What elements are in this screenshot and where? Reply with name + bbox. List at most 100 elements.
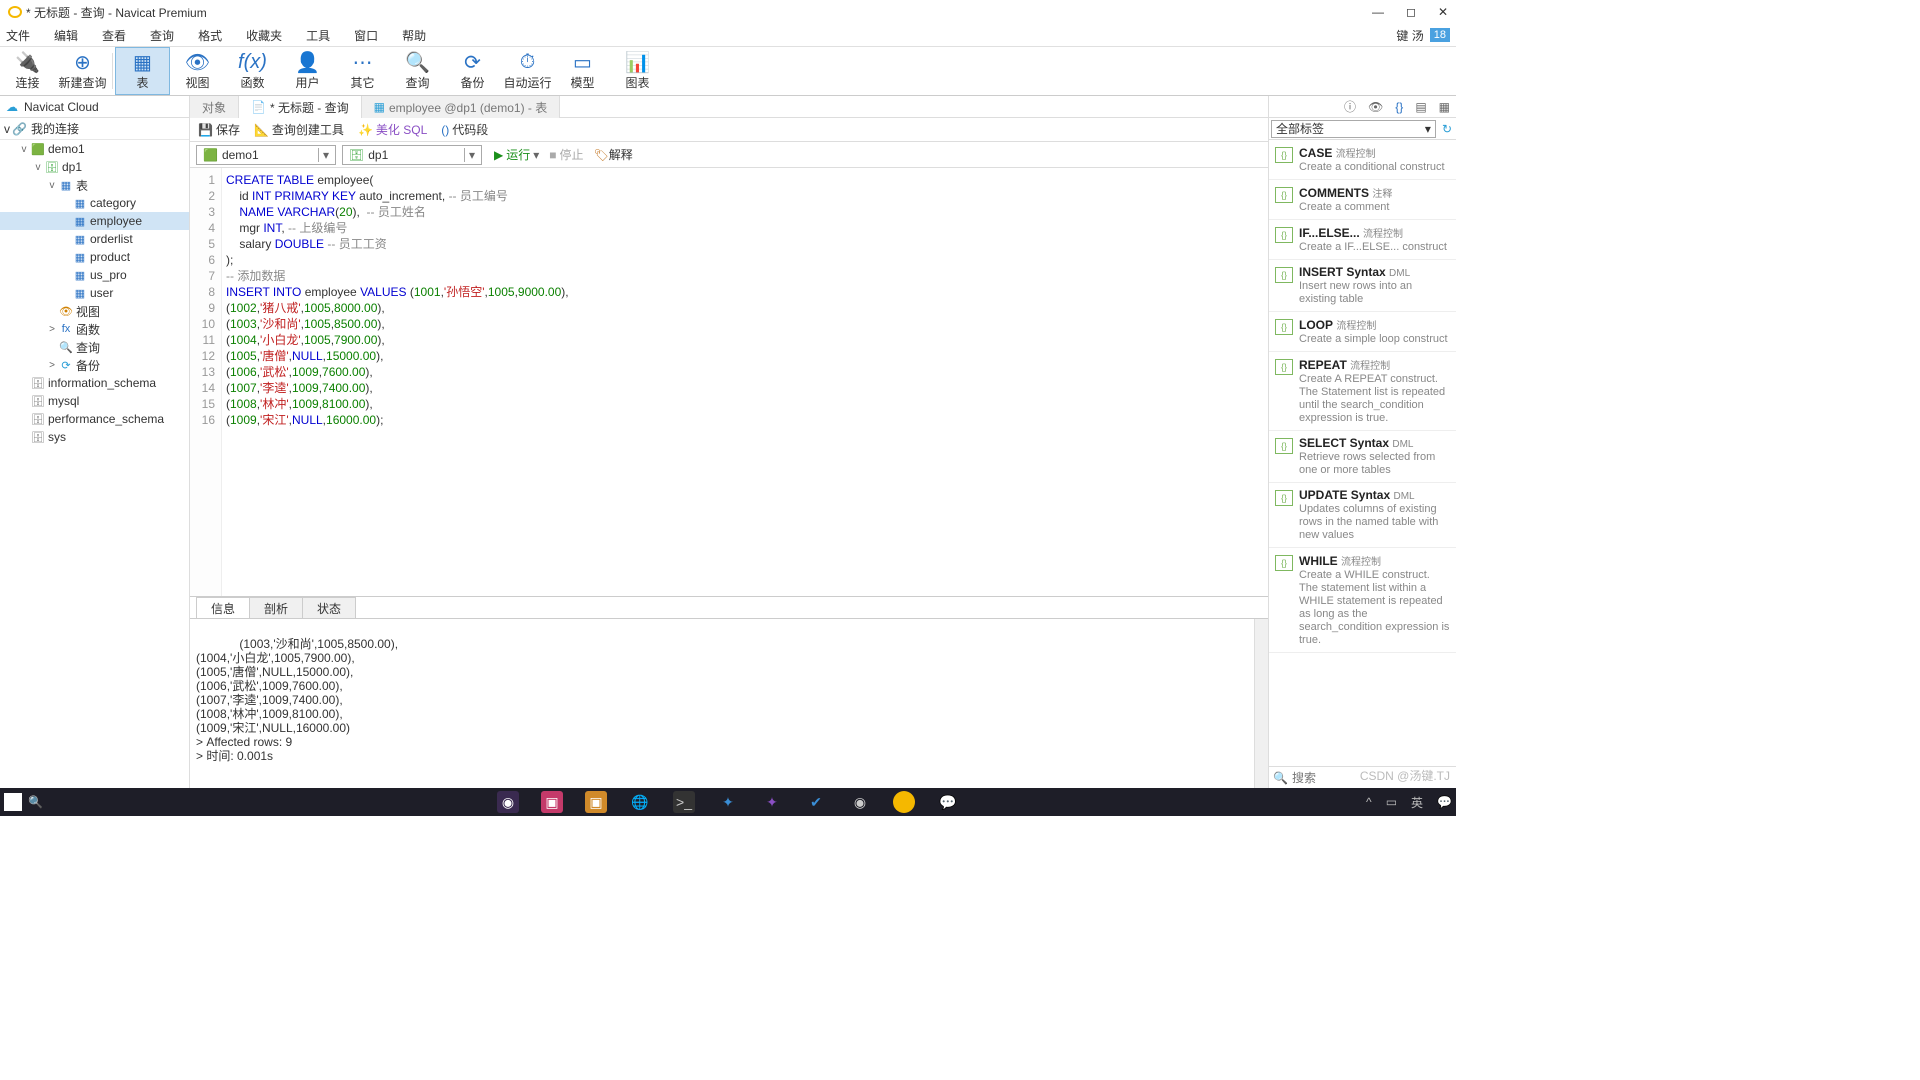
snippet-button[interactable]: ()代码段 (441, 121, 488, 138)
snippet-COMMENTS[interactable]: {}COMMENTS 注释Create a comment (1269, 180, 1456, 220)
tree-item-查询[interactable]: 🔍查询 (0, 338, 189, 356)
toolbar-查询[interactable]: 🔍查询 (390, 47, 445, 95)
tree-item-user[interactable]: ▦user (0, 284, 189, 302)
sql-editor[interactable]: 12345678910111213141516 CREATE TABLE emp… (190, 168, 1268, 596)
tab-对象[interactable]: 对象 (190, 96, 239, 118)
tag-filter-combo[interactable]: 全部标签 ▾ (1271, 120, 1436, 138)
output-panel[interactable]: (1003,'沙和尚',1005,8500.00), (1004,'小白龙',1… (190, 618, 1268, 788)
multitask-icon[interactable]: ▭ (1386, 795, 1397, 809)
tree-item-performance_schema[interactable]: 🗄performance_schema (0, 410, 189, 428)
menu-窗口[interactable]: 窗口 (354, 27, 378, 44)
tree-item-备份[interactable]: >⟳备份 (0, 356, 189, 374)
tree-item-information_schema[interactable]: 🗄information_schema (0, 374, 189, 392)
explain-button[interactable]: 🏷解释 (594, 146, 633, 163)
code-area[interactable]: CREATE TABLE employee( id INT PRIMARY KE… (222, 168, 1268, 596)
wechat-icon[interactable]: 💬 (937, 791, 959, 813)
menu-编辑[interactable]: 编辑 (54, 27, 78, 44)
toolbar-视图[interactable]: 👁视图 (170, 47, 225, 95)
tree-item-us_pro[interactable]: ▦us_pro (0, 266, 189, 284)
run-button[interactable]: ▶ 运行 ▾ (494, 146, 539, 163)
terminal-icon[interactable]: >_ (673, 791, 695, 813)
beautify-sql-button[interactable]: ✨美化 SQL (358, 121, 427, 138)
navicat-icon[interactable] (893, 791, 915, 813)
taskbar-search[interactable]: 🔍 (28, 795, 348, 809)
refresh-icon[interactable]: ↻ (1438, 122, 1456, 136)
toolbar-自动运行[interactable]: ⏱自动运行 (500, 47, 555, 95)
outtab-剖析[interactable]: 剖析 (249, 597, 303, 619)
menu-工具[interactable]: 工具 (306, 27, 330, 44)
scrollbar[interactable] (1254, 619, 1268, 788)
system-tray[interactable]: ^ ▭ 英 💬 (1366, 794, 1452, 811)
windows-taskbar[interactable]: 🔍 ◉ ▣ ▣ 🌐 >_ ✦ ✦ ✔ ◉ 💬 ^ ▭ 英 💬 (0, 788, 1456, 816)
tree-item-demo1[interactable]: v🟩demo1 (0, 140, 189, 158)
snippet-LOOP[interactable]: {}LOOP 流程控制Create a simple loop construc… (1269, 312, 1456, 352)
query-builder-button[interactable]: 📐查询创建工具 (254, 121, 344, 138)
toolbar-模型[interactable]: ▭模型 (555, 47, 610, 95)
vscode-icon[interactable]: ✦ (717, 791, 739, 813)
ime-indicator[interactable]: 英 (1411, 794, 1423, 811)
eye-icon[interactable]: 👁 (1368, 100, 1383, 114)
toolbar-其它[interactable]: ⋯其它 (335, 47, 390, 95)
outtab-信息[interactable]: 信息 (196, 597, 250, 619)
eclipse-icon[interactable]: ◉ (497, 791, 519, 813)
tree-item-dp1[interactable]: v🗄dp1 (0, 158, 189, 176)
user-label[interactable]: 键 汤 (1396, 27, 1423, 44)
list-icon[interactable]: ▤ (1415, 100, 1426, 114)
tray-expand-icon[interactable]: ^ (1366, 795, 1372, 809)
tree-item-category[interactable]: ▦category (0, 194, 189, 212)
menu-格式[interactable]: 格式 (198, 27, 222, 44)
maximize-button[interactable]: ◻ (1406, 5, 1416, 19)
notif-icon[interactable]: 💬 (1437, 795, 1452, 809)
stop-button[interactable]: ■ 停止 (549, 146, 583, 163)
nav-header[interactable]: v 🔗 我的连接 (0, 118, 189, 140)
todo-icon[interactable]: ✔ (805, 791, 827, 813)
tree-item-表[interactable]: v▦表 (0, 176, 189, 194)
tree-item-sys[interactable]: 🗄sys (0, 428, 189, 446)
toolbar-备份[interactable]: ⟳备份 (445, 47, 500, 95)
minimize-button[interactable]: — (1372, 5, 1384, 19)
toolbar-图表[interactable]: 📊图表 (610, 47, 665, 95)
snippet-INSERT Syntax[interactable]: {}INSERT Syntax DMLInsert new rows into … (1269, 260, 1456, 312)
grid-icon[interactable]: ▦ (1439, 100, 1450, 114)
connection-combo[interactable]: 🟩 demo1 ▾ (196, 145, 336, 165)
menu-帮助[interactable]: 帮助 (402, 27, 426, 44)
toolbar-用户[interactable]: 👤用户 (280, 47, 335, 95)
menu-查看[interactable]: 查看 (102, 27, 126, 44)
tree-item-product[interactable]: ▦product (0, 248, 189, 266)
toolbar-函数[interactable]: f(x)函数 (225, 47, 280, 95)
start-button[interactable] (4, 793, 22, 811)
tree-item-视图[interactable]: 👁视图 (0, 302, 189, 320)
snippet-REPEAT[interactable]: {}REPEAT 流程控制Create A REPEAT construct. … (1269, 352, 1456, 431)
toolbar-新建查询[interactable]: ⊕新建查询 (55, 47, 110, 95)
outtab-状态[interactable]: 状态 (302, 597, 356, 619)
app-icon[interactable]: ▣ (585, 791, 607, 813)
connection-tree[interactable]: v🟩demo1v🗄dp1v▦表▦category▦employee▦orderl… (0, 140, 189, 788)
tab-* 无标题 - 查询[interactable]: 📄* 无标题 - 查询 (239, 96, 362, 118)
save-button[interactable]: 💾保存 (198, 121, 240, 138)
database-combo[interactable]: 🗄 dp1 ▾ (342, 145, 482, 165)
snippet-UPDATE Syntax[interactable]: {}UPDATE Syntax DMLUpdates columns of ex… (1269, 483, 1456, 548)
close-button[interactable]: ✕ (1438, 5, 1448, 19)
braces-icon[interactable]: {} (1395, 100, 1403, 114)
tree-item-函数[interactable]: >fx函数 (0, 320, 189, 338)
menu-收藏夹[interactable]: 收藏夹 (246, 27, 282, 44)
snippet-CASE[interactable]: {}CASE 流程控制Create a conditional construc… (1269, 140, 1456, 180)
menu-查询[interactable]: 查询 (150, 27, 174, 44)
app-icon[interactable]: ▣ (541, 791, 563, 813)
tree-item-orderlist[interactable]: ▦orderlist (0, 230, 189, 248)
tree-item-mysql[interactable]: 🗄mysql (0, 392, 189, 410)
tab-employee @dp1 (demo1) - 表[interactable]: ▦employee @dp1 (demo1) - 表 (362, 96, 561, 118)
menu-文件[interactable]: 文件 (6, 27, 30, 44)
toolbar-连接[interactable]: 🔌连接 (0, 47, 55, 95)
snippet-SELECT Syntax[interactable]: {}SELECT Syntax DMLRetrieve rows selecte… (1269, 431, 1456, 483)
steam-icon[interactable]: ◉ (849, 791, 871, 813)
cloud-header[interactable]: ☁ Navicat Cloud (0, 96, 189, 118)
info-icon[interactable]: ⓘ (1344, 98, 1356, 115)
notification-badge[interactable]: 18 (1430, 28, 1450, 42)
toolbar-表[interactable]: ▦表 (115, 47, 170, 95)
snippet-WHILE[interactable]: {}WHILE 流程控制Create a WHILE construct. Th… (1269, 548, 1456, 653)
snippet-list[interactable]: {}CASE 流程控制Create a conditional construc… (1269, 140, 1456, 766)
snippet-IF...ELSE...[interactable]: {}IF...ELSE... 流程控制Create a IF...ELSE...… (1269, 220, 1456, 260)
chrome-icon[interactable]: 🌐 (629, 791, 651, 813)
tree-item-employee[interactable]: ▦employee (0, 212, 189, 230)
